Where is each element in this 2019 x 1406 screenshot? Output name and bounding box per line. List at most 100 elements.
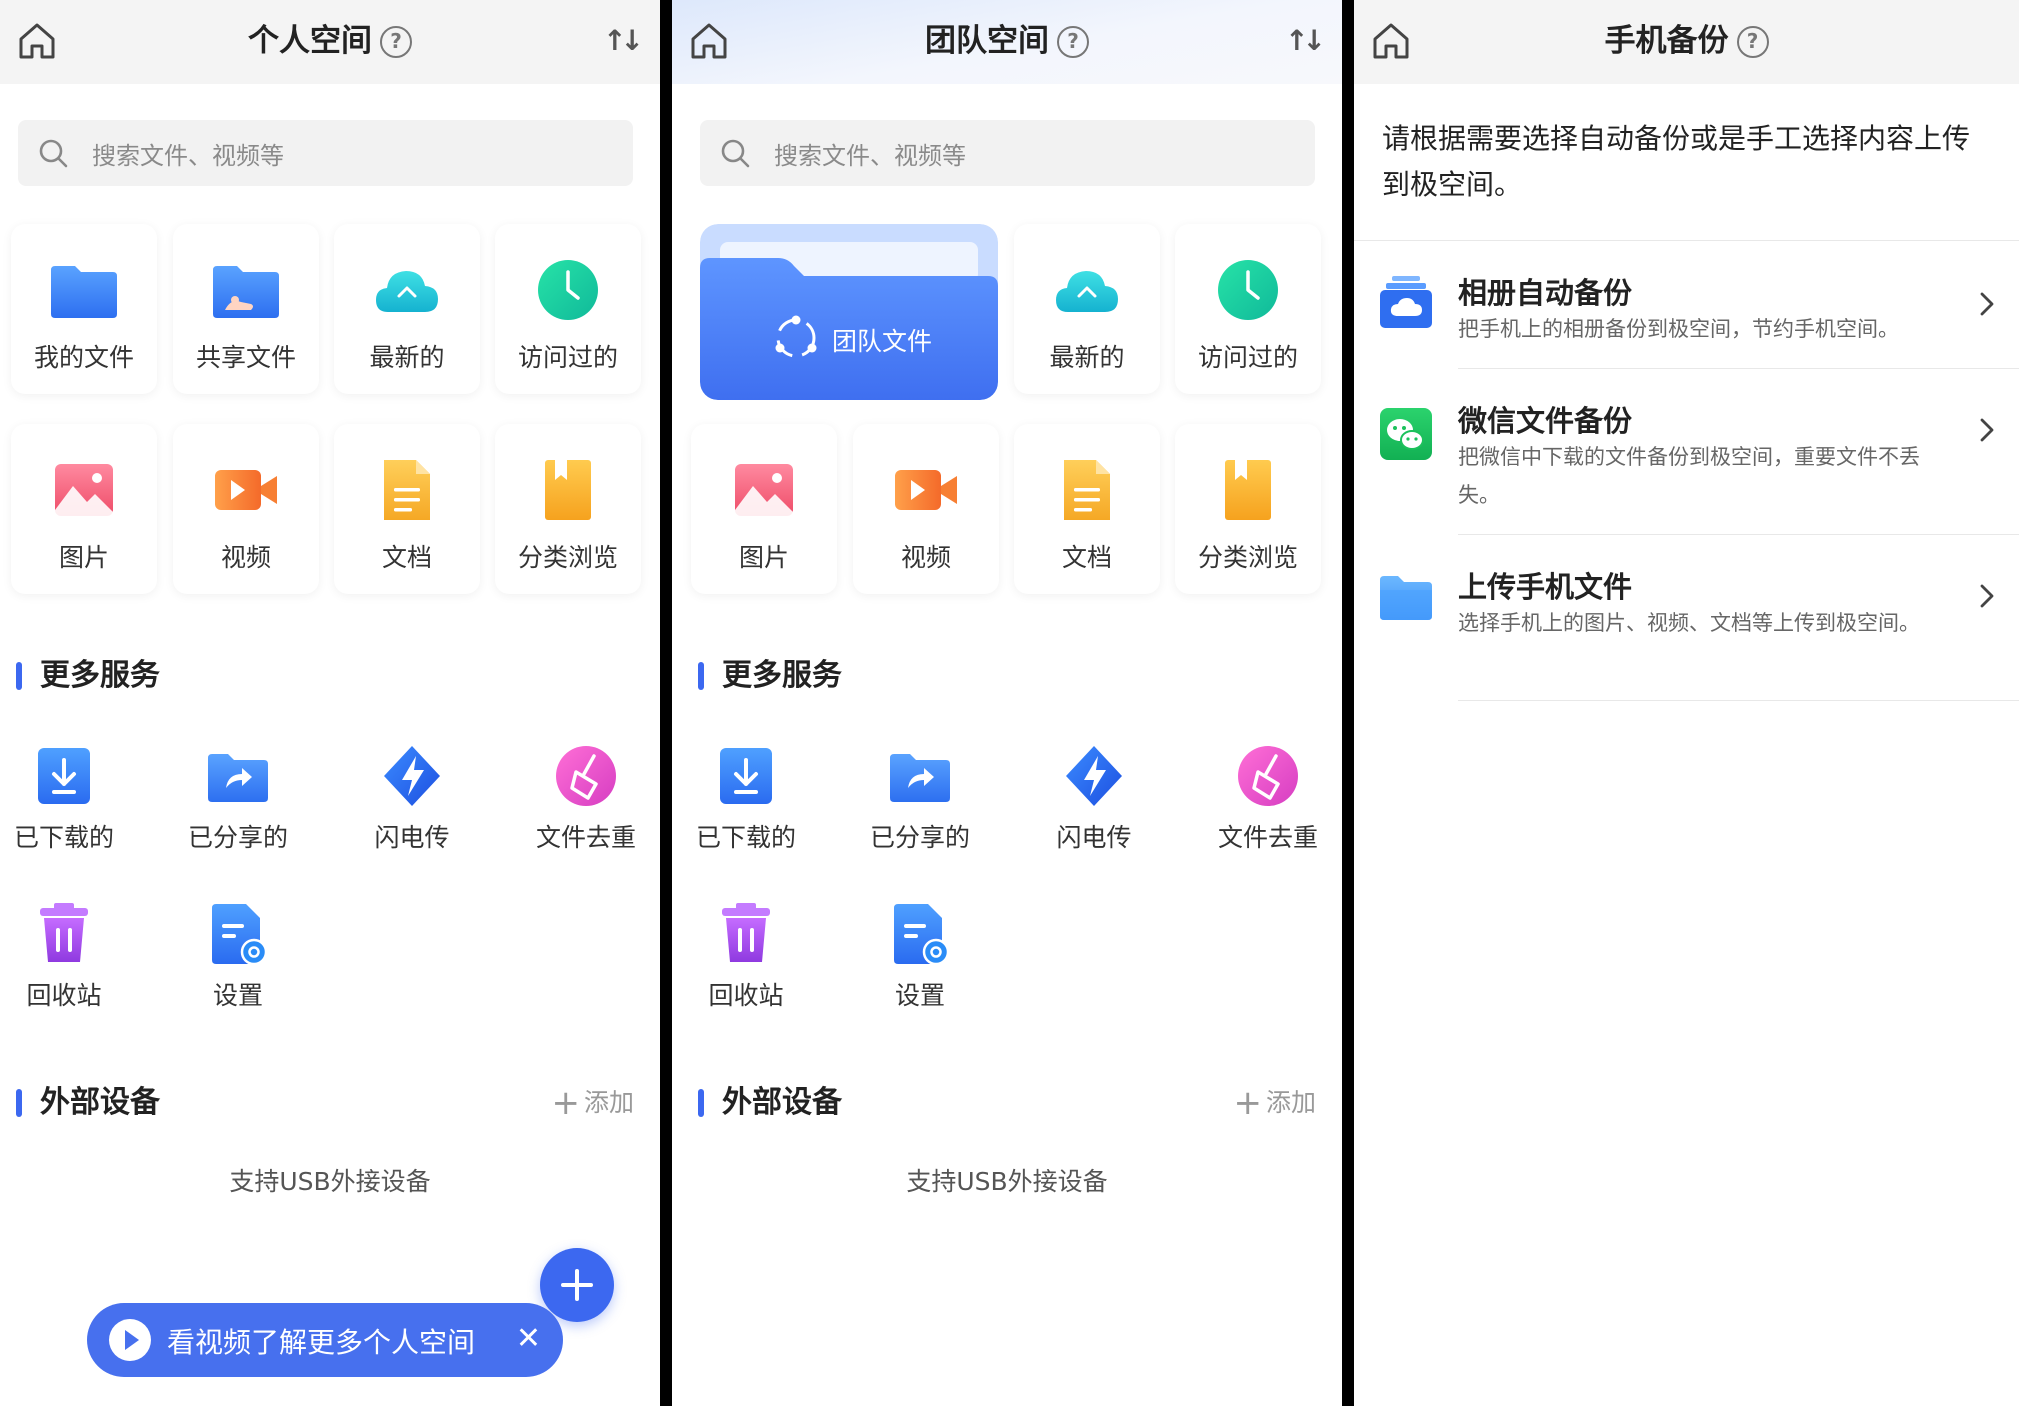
row-description: 把微信中下载的文件备份到极空间，重要文件不丢失。 <box>1458 445 1920 507</box>
team-folder-icon <box>700 224 998 400</box>
tile-documents[interactable]: 文档 <box>1014 424 1160 594</box>
help-icon[interactable]: ? <box>1736 26 1769 58</box>
search-input[interactable]: 搜索文件、视频等 <box>18 120 633 186</box>
tile-shared-files[interactable]: 共享文件 <box>173 224 319 394</box>
tile-images[interactable]: 图片 <box>11 424 157 594</box>
add-device-button[interactable]: + 添加 <box>551 1083 634 1123</box>
sort-icon[interactable]: ↑↓ <box>1285 24 1326 57</box>
header: 个人空间? ↑↓ <box>0 0 660 84</box>
settings-doc-icon <box>206 902 270 966</box>
service-label: 已下载的 <box>695 823 796 852</box>
tile-recent[interactable]: 最新的 <box>1014 224 1160 394</box>
row-title: 相册自动备份 <box>1458 276 1633 310</box>
tile-label: 最新的 <box>1049 343 1125 372</box>
tile-label: 分类浏览 <box>1197 543 1298 572</box>
share-folder-icon <box>888 744 952 808</box>
bookmark-icon <box>533 458 603 522</box>
sort-icon[interactable]: ↑↓ <box>603 24 644 57</box>
tile-label: 文档 <box>381 543 432 572</box>
tile-documents[interactable]: 文档 <box>334 424 480 594</box>
cloud-upload-icon <box>372 258 442 322</box>
service-settings[interactable]: 设置 <box>168 902 308 1012</box>
service-shared[interactable]: 已分享的 <box>850 744 990 854</box>
add-label: 添加 <box>1265 1088 1316 1117</box>
row-title: 上传手机文件 <box>1458 570 1633 604</box>
tile-label: 共享文件 <box>195 343 296 372</box>
tile-visited[interactable]: 访问过的 <box>495 224 641 394</box>
service-settings[interactable]: 设置 <box>850 902 990 1012</box>
broom-icon <box>1236 744 1300 808</box>
add-fab-button[interactable] <box>540 1248 614 1322</box>
tile-label: 图片 <box>738 543 789 572</box>
help-icon[interactable]: ? <box>380 26 412 58</box>
image-icon <box>49 458 119 522</box>
tile-label: 最新的 <box>369 343 445 372</box>
tile-visited[interactable]: 访问过的 <box>1175 224 1321 394</box>
trash-icon <box>32 902 96 966</box>
tile-videos[interactable]: 视频 <box>173 424 319 594</box>
download-icon <box>714 744 778 808</box>
service-label: 设置 <box>894 981 945 1010</box>
page-title: 个人空间 <box>248 23 372 59</box>
service-recycle-bin[interactable]: 回收站 <box>676 902 816 1012</box>
add-label: 添加 <box>583 1088 634 1117</box>
search-placeholder: 搜索文件、视频等 <box>774 142 966 170</box>
service-label: 闪电传 <box>1056 823 1132 852</box>
page-title: 手机备份 <box>1604 23 1729 59</box>
service-dedupe[interactable]: 文件去重 <box>1198 744 1338 854</box>
service-label: 文件去重 <box>1217 823 1318 852</box>
service-flash-transfer[interactable]: 闪电传 <box>342 744 482 854</box>
backup-row-wechat[interactable]: 微信文件备份 把微信中下载的文件备份到极空间，重要文件不丢失。 <box>1354 368 2019 534</box>
wechat-icon <box>1378 406 1434 462</box>
service-shared[interactable]: 已分享的 <box>168 744 308 854</box>
service-label: 闪电传 <box>374 823 450 852</box>
folder-icon <box>49 258 119 322</box>
search-input[interactable]: 搜索文件、视频等 <box>700 120 1315 186</box>
add-device-button[interactable]: + 添加 <box>1233 1083 1316 1123</box>
clock-icon <box>533 258 603 322</box>
tile-recent[interactable]: 最新的 <box>334 224 480 394</box>
tile-my-files[interactable]: 我的文件 <box>11 224 157 394</box>
close-icon[interactable]: ✕ <box>516 1321 541 1356</box>
tile-categories[interactable]: 分类浏览 <box>1175 424 1321 594</box>
service-dedupe[interactable]: 文件去重 <box>516 744 656 854</box>
team-files-label: 团队文件 <box>832 327 933 356</box>
plus-icon: + <box>551 1083 580 1123</box>
video-guide-banner[interactable]: 看视频了解更多个人空间 ✕ <box>87 1303 563 1377</box>
backup-row-album[interactable]: 相册自动备份 把手机上的相册备份到极空间，节约手机空间。 <box>1354 240 2019 368</box>
tile-label: 访问过的 <box>517 343 618 372</box>
service-label: 已下载的 <box>13 823 114 852</box>
tile-categories[interactable]: 分类浏览 <box>495 424 641 594</box>
team-files-card[interactable]: 团队文件 <box>700 224 998 400</box>
tile-label: 视频 <box>220 543 271 572</box>
shared-folder-icon <box>211 258 281 322</box>
help-icon[interactable]: ? <box>1057 26 1089 58</box>
document-icon <box>372 458 442 522</box>
service-downloaded[interactable]: 已下载的 <box>676 744 816 854</box>
search-placeholder: 搜索文件、视频等 <box>92 142 284 170</box>
search-icon <box>720 138 750 168</box>
tile-videos[interactable]: 视频 <box>853 424 999 594</box>
cloud-upload-icon <box>1052 258 1122 322</box>
album-cloud-icon <box>1378 274 1434 330</box>
tile-label: 视频 <box>900 543 951 572</box>
chevron-right-icon <box>1977 290 1997 318</box>
service-downloaded[interactable]: 已下载的 <box>0 744 134 854</box>
page-title: 团队空间 <box>925 23 1049 59</box>
backup-row-upload[interactable]: 上传手机文件 选择手机上的图片、视频、文档等上传到极空间。 <box>1354 534 2019 700</box>
usb-support-note: 支持USB外接设备 <box>229 1167 431 1196</box>
service-label: 已分享的 <box>869 823 970 852</box>
tile-label: 文档 <box>1061 543 1112 572</box>
section-title-more-services: 更多服务 <box>16 656 160 696</box>
service-flash-transfer[interactable]: 闪电传 <box>1024 744 1164 854</box>
personal-space-panel: 个人空间? ↑↓ 搜索文件、视频等 我的文件 共享文件 最新的 访问过的 图片 … <box>0 0 660 1406</box>
section-title-external-devices: 外部设备 <box>698 1083 842 1123</box>
video-icon <box>891 458 961 522</box>
team-space-panel: 团队空间? ↑↓ 搜索文件、视频等 团队文件 最新的 访问过的 图片 视频 文档… <box>672 0 1342 1406</box>
row-description: 选择手机上的图片、视频、文档等上传到极空间。 <box>1458 611 1920 635</box>
tile-label: 图片 <box>58 543 109 572</box>
tile-label: 分类浏览 <box>517 543 618 572</box>
tile-images[interactable]: 图片 <box>691 424 837 594</box>
service-recycle-bin[interactable]: 回收站 <box>0 902 134 1012</box>
share-folder-icon <box>206 744 270 808</box>
